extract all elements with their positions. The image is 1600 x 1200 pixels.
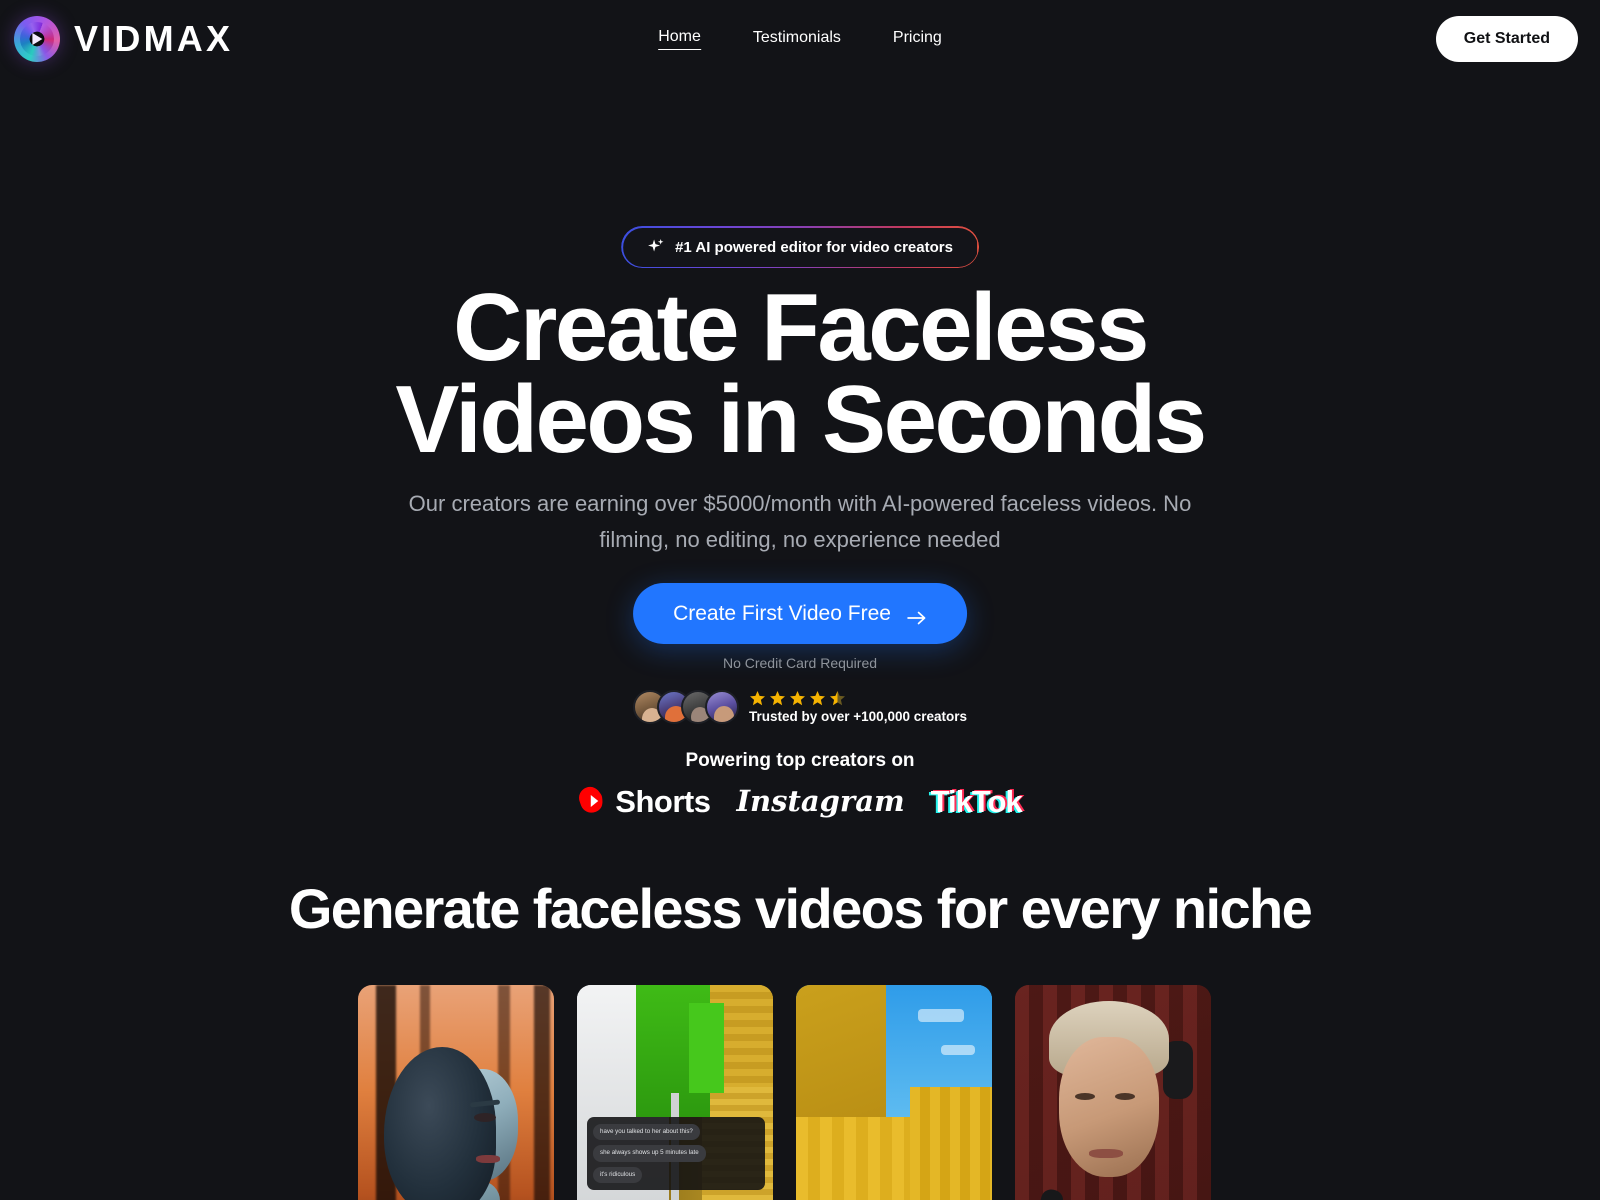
hero-badge: #1 AI powered editor for video creators [621,226,979,268]
trusted-text: Trusted by over +100,000 creators [749,709,967,724]
social-proof: Trusted by over +100,000 creators [633,690,967,724]
hero-badge-text: #1 AI powered editor for video creators [675,238,953,256]
decor-tree [534,985,550,1200]
star-icon [749,690,766,707]
niche-card-podcast-guest[interactable]: DAYS. [1015,985,1211,1200]
chat-overlay: have you talked to her about this? she a… [587,1117,765,1191]
create-first-video-button[interactable]: Create First Video Free [633,583,967,644]
nav-links: Home Testimonials Pricing [658,28,942,50]
youtube-shorts-label: Shorts [615,783,711,819]
landing-page: VIDMAX Home Testimonials Pricing Get Sta… [0,0,1600,1200]
decor-cloud [917,1009,964,1022]
get-started-button[interactable]: Get Started [1435,16,1578,62]
top-navigation-bar: VIDMAX Home Testimonials Pricing Get Sta… [0,0,1600,80]
star-icon [809,690,826,707]
page-title: Create Faceless Videos in Seconds [0,274,1600,474]
decor-eye [474,1113,496,1122]
platforms-heading: Powering top creators on [685,750,915,771]
niches-section-title: Generate faceless videos for every niche [288,877,1313,940]
decor-grass [688,1003,724,1093]
headline-line-2: Videos in Seconds [395,366,1207,474]
platform-logos: Shorts Instagram TikTok TikTok TikTok [578,783,1025,819]
nav-item-pricing[interactable]: Pricing [893,29,942,50]
star-half-icon [829,690,846,707]
chat-bubble: have you talked to her about this? [593,1124,700,1141]
youtube-shorts-icon [578,784,608,818]
tiktok-logo: TikTok TikTok TikTok [929,783,1025,819]
niche-card-forest-woman[interactable]: RACED WITH [358,985,554,1200]
instagram-logo: Instagram [736,783,905,818]
niche-card-grid: RACED WITH have you talked to her about … [358,985,1211,1200]
aperture-play-logo-icon [14,16,60,62]
brand-logo[interactable]: VIDMAX [14,16,233,62]
arrow-right-icon [907,607,927,624]
decor-lip [476,1155,500,1163]
chat-bubble: it's ridiculous [593,1166,643,1184]
decor-eye [1075,1093,1095,1100]
chat-bubble: she always shows up 5 minutes late [593,1145,706,1162]
star-rating [749,690,846,707]
no-credit-card-note: No Credit Card Required [722,655,878,671]
decor-hair [384,1047,496,1200]
decor-sand [909,1087,992,1200]
hero-subtitle: Our creators are earning over $5000/mont… [408,491,1192,552]
brand-name: VIDMAX [74,18,234,59]
niche-card-sandy-blocks[interactable]: every [796,985,992,1200]
avatar-group [633,690,739,724]
youtube-shorts-logo: Shorts [578,783,711,819]
avatar [705,690,739,724]
niche-card-minecraft-chat[interactable]: have you talked to her about this? she a… [577,985,773,1200]
rating-block: Trusted by over +100,000 creators [749,690,967,724]
tiktok-label: TikTok [930,783,1023,819]
nav-item-testimonials[interactable]: Testimonials [753,29,841,50]
star-icon [769,690,786,707]
create-first-video-label: Create First Video Free [673,601,891,625]
hero-badge-wrapper: #1 AI powered editor for video creators [621,226,979,268]
decor-cloud [941,1045,976,1055]
sparkle-icon [647,238,665,256]
star-icon [789,690,806,707]
decor-eye [1115,1093,1135,1100]
decor-mouth [1089,1149,1123,1158]
headline-line-1: Create Faceless [453,274,1149,381]
nav-item-home[interactable]: Home [658,28,701,50]
